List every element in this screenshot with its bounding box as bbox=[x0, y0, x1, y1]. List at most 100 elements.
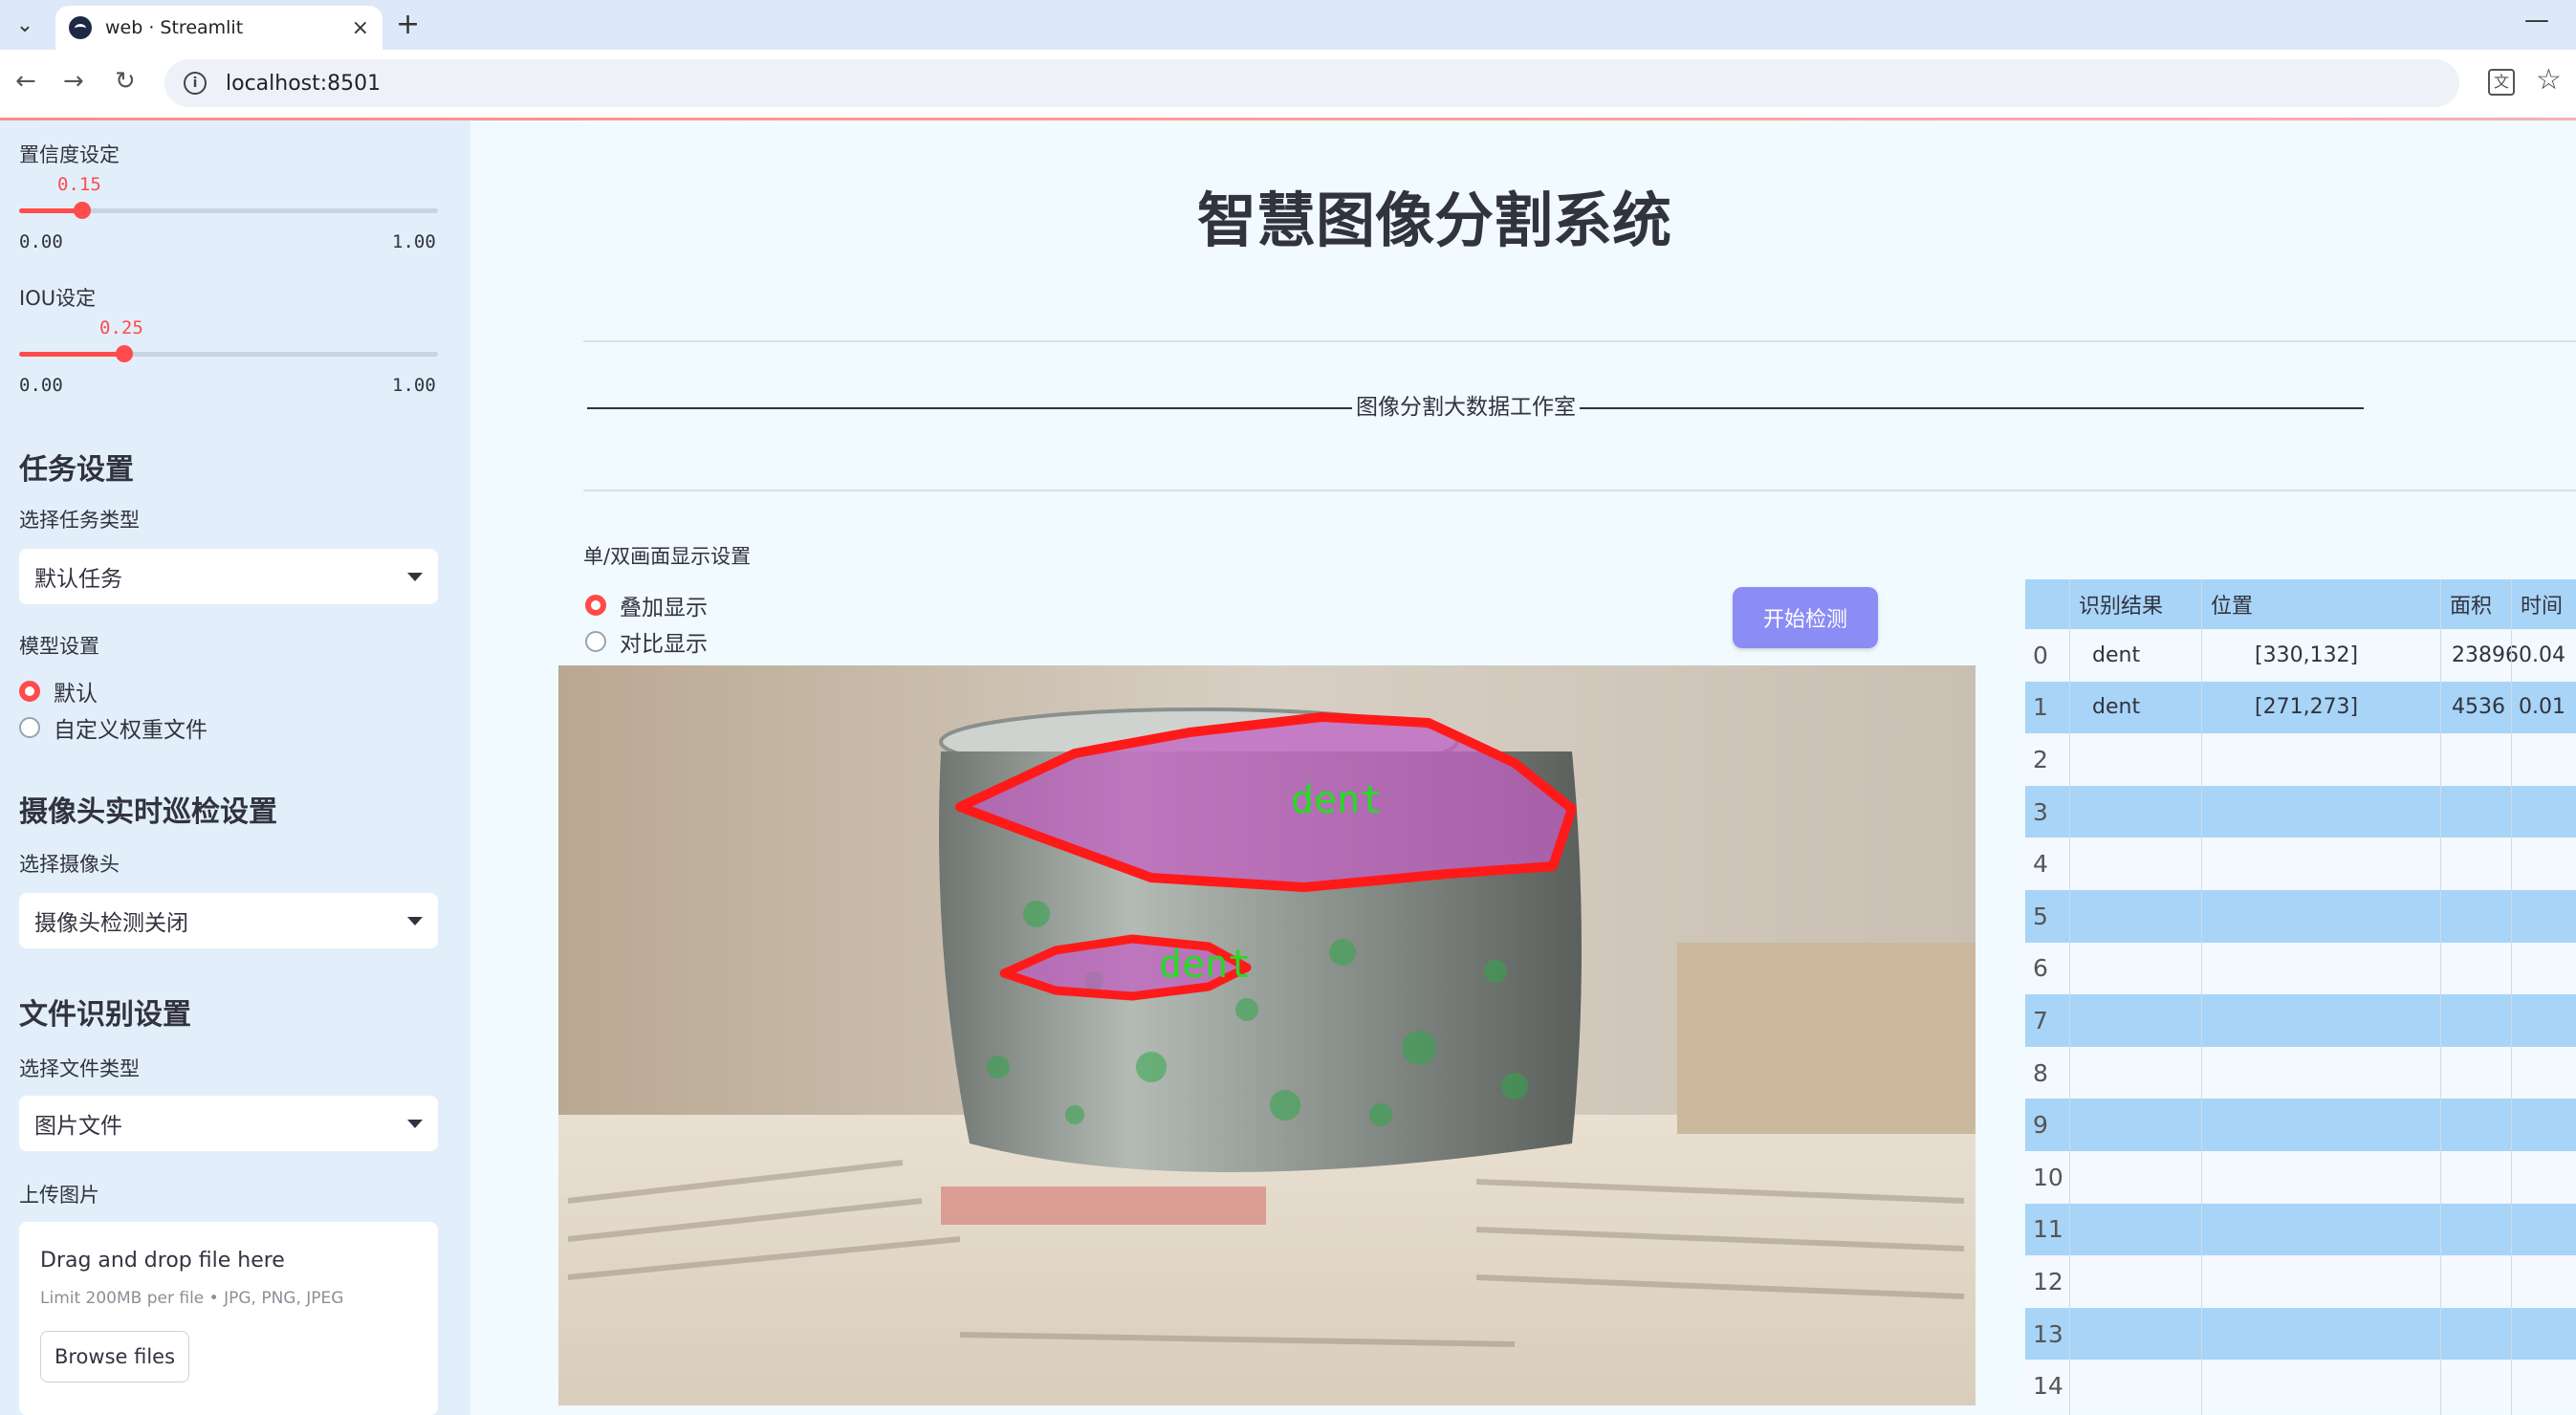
row-index: 1 bbox=[2033, 693, 2048, 722]
task-heading: 任务设置 bbox=[19, 453, 134, 487]
studio-divider: 图像分割大数据工作室 bbox=[583, 388, 2368, 421]
address-bar: ← → ↻ i localhost:8501 文 ☆ bbox=[0, 50, 2576, 119]
browse-files-button[interactable]: Browse files bbox=[40, 1331, 189, 1382]
row-index: 13 bbox=[2033, 1319, 2063, 1348]
row-index: 12 bbox=[2033, 1267, 2063, 1295]
table-row[interactable]: 12 bbox=[2025, 1255, 2576, 1308]
table-row[interactable]: 14 bbox=[2025, 1360, 2576, 1412]
upload-label: 上传图片 bbox=[19, 1184, 99, 1207]
file-type-label: 选择文件类型 bbox=[19, 1057, 140, 1080]
detection-result-image: dent dent bbox=[558, 665, 1976, 1405]
confidence-min: 0.00 bbox=[19, 231, 63, 252]
back-arrow-icon[interactable]: ← bbox=[15, 67, 36, 96]
detection-image-svg: dent dent bbox=[558, 665, 1976, 1405]
tab-title: web · Streamlit bbox=[105, 17, 244, 38]
radio-unselected-icon bbox=[19, 717, 40, 738]
table-row[interactable]: 11 bbox=[2025, 1203, 2576, 1256]
browser-tab[interactable]: web · Streamlit × bbox=[55, 6, 382, 50]
display-option-compare[interactable]: 对比显示 bbox=[585, 625, 708, 658]
table-row[interactable]: 1 dent [271,273] 4536 0.01 bbox=[2025, 681, 2576, 734]
table-row[interactable]: 8 bbox=[2025, 1046, 2576, 1099]
iou-max: 1.00 bbox=[392, 375, 436, 396]
header-result: 识别结果 bbox=[2079, 595, 2164, 619]
row-index: 5 bbox=[2033, 902, 2048, 930]
iou-min: 0.00 bbox=[19, 375, 63, 396]
column-divider bbox=[2201, 579, 2202, 1415]
table-row[interactable]: 10 bbox=[2025, 1151, 2576, 1204]
confidence-slider[interactable] bbox=[19, 202, 438, 219]
row-index: 2 bbox=[2033, 745, 2048, 773]
task-type-select[interactable]: 默认任务 bbox=[19, 549, 438, 604]
row-index: 9 bbox=[2033, 1111, 2048, 1140]
model-option-label: 默认 bbox=[54, 682, 98, 707]
translate-icon[interactable]: 文 bbox=[2488, 69, 2515, 96]
model-option-custom[interactable]: 自定义权重文件 bbox=[19, 711, 207, 744]
page-title: 智慧图像分割系统 bbox=[1196, 185, 1671, 255]
model-option-label: 自定义权重文件 bbox=[54, 718, 207, 743]
camera-heading: 摄像头实时巡检设置 bbox=[19, 795, 277, 829]
new-tab-icon[interactable]: + bbox=[396, 8, 420, 41]
file-type-select[interactable]: 图片文件 bbox=[19, 1096, 438, 1151]
minimize-icon[interactable]: — bbox=[2524, 6, 2549, 34]
table-row[interactable]: 13 bbox=[2025, 1307, 2576, 1361]
file-type-value: 图片文件 bbox=[34, 1114, 122, 1139]
table-row[interactable]: 9 bbox=[2025, 1099, 2576, 1151]
row-index: 14 bbox=[2033, 1372, 2063, 1401]
header-time: 时间 bbox=[2521, 595, 2564, 619]
table-row[interactable]: 5 bbox=[2025, 890, 2576, 943]
results-table[interactable]: 识别结果 位置 面积 时间 0 dent [330,132] 23896 0.04 1 de… bbox=[2025, 579, 2576, 1415]
file-heading: 文件识别设置 bbox=[19, 998, 191, 1032]
file-uploader-dropzone[interactable]: Drag and drop file here Limit 200MB per … bbox=[19, 1222, 438, 1415]
iou-label: IOU设定 bbox=[19, 287, 97, 310]
streamlit-favicon-icon bbox=[69, 16, 92, 39]
table-row[interactable]: 6 bbox=[2025, 942, 2576, 995]
reload-icon[interactable]: ↻ bbox=[115, 67, 136, 96]
display-option-label: 叠加显示 bbox=[620, 596, 708, 620]
row-index: 4 bbox=[2033, 850, 2048, 879]
cell-time: 0.04 bbox=[2519, 642, 2565, 667]
divider-bottom bbox=[583, 490, 2576, 491]
table-row[interactable]: 2 bbox=[2025, 733, 2576, 786]
table-row[interactable]: 7 bbox=[2025, 994, 2576, 1047]
iou-slider[interactable] bbox=[19, 345, 438, 362]
table-row[interactable]: 0 dent [330,132] 23896 0.04 bbox=[2025, 629, 2576, 682]
display-option-overlay[interactable]: 叠加显示 bbox=[585, 589, 708, 621]
forward-arrow-icon[interactable]: → bbox=[63, 67, 84, 96]
radio-unselected-icon bbox=[585, 631, 606, 652]
cell-area: 4536 bbox=[2452, 695, 2505, 720]
bookmark-star-icon[interactable]: ☆ bbox=[2536, 63, 2562, 97]
row-index: 7 bbox=[2033, 1006, 2048, 1034]
column-divider bbox=[2440, 579, 2441, 1415]
confidence-label: 置信度设定 bbox=[19, 143, 120, 166]
drop-text: Drag and drop file here bbox=[40, 1249, 285, 1273]
confidence-value: 0.15 bbox=[57, 174, 101, 195]
chevron-down-icon bbox=[407, 916, 423, 925]
cell-position: [271,273] bbox=[2255, 695, 2359, 720]
table-row[interactable]: 3 bbox=[2025, 785, 2576, 838]
tab-search-chevron-icon[interactable]: ⌄ bbox=[10, 10, 40, 40]
cell-area: 23896 bbox=[2452, 642, 2519, 667]
display-option-label: 对比显示 bbox=[620, 632, 708, 657]
header-position: 位置 bbox=[2211, 595, 2254, 619]
chevron-down-icon bbox=[407, 572, 423, 581]
camera-select[interactable]: 摄像头检测关闭 bbox=[19, 893, 438, 948]
limit-text: Limit 200MB per file • JPG, PNG, JPEG bbox=[40, 1289, 344, 1308]
url-field[interactable]: i localhost:8501 bbox=[164, 59, 2459, 107]
table-row[interactable]: 4 bbox=[2025, 838, 2576, 890]
iou-slider-thumb[interactable] bbox=[115, 345, 133, 362]
cell-result: dent bbox=[2092, 642, 2141, 667]
model-option-default[interactable]: 默认 bbox=[19, 675, 98, 708]
site-info-icon[interactable]: i bbox=[184, 72, 207, 95]
close-tab-icon[interactable]: × bbox=[352, 16, 369, 40]
row-index: 0 bbox=[2033, 641, 2048, 669]
column-divider bbox=[2511, 579, 2512, 1415]
row-index: 6 bbox=[2033, 954, 2048, 983]
table-header: 识别结果 位置 面积 时间 bbox=[2025, 579, 2576, 629]
iou-slider-fill bbox=[19, 352, 124, 357]
cell-time: 0.01 bbox=[2519, 695, 2565, 720]
confidence-slider-thumb[interactable] bbox=[73, 202, 91, 219]
dent-label: dent bbox=[1291, 778, 1383, 822]
start-detection-button[interactable]: 开始检测 bbox=[1733, 587, 1878, 648]
row-index: 3 bbox=[2033, 797, 2048, 826]
task-type-value: 默认任务 bbox=[34, 567, 122, 592]
